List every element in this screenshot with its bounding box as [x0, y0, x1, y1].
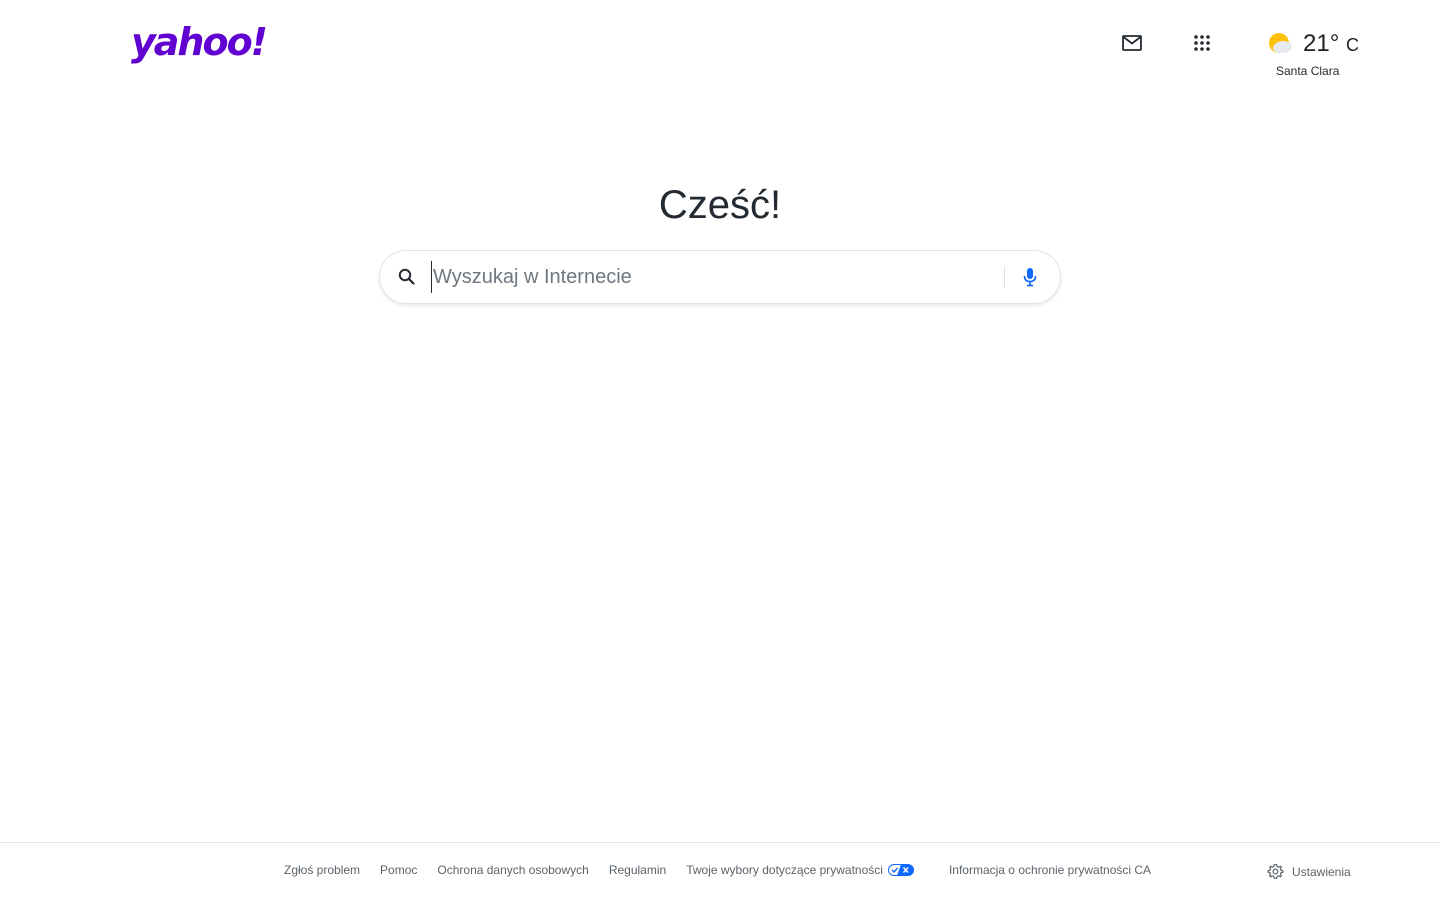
- search-divider: [1004, 266, 1005, 288]
- gear-icon: [1267, 864, 1284, 879]
- weather-city: Santa Clara: [1276, 64, 1340, 78]
- search-bar[interactable]: [379, 250, 1061, 304]
- mail-button[interactable]: [1117, 28, 1147, 58]
- apps-button[interactable]: [1187, 28, 1217, 58]
- settings-label: Ustawienia: [1292, 864, 1351, 879]
- greeting-title: Cześć!: [658, 183, 782, 227]
- footer-link-privacy[interactable]: Ochrona danych osobowych: [437, 863, 588, 877]
- temperature-value: 21°: [1303, 30, 1340, 57]
- mail-icon: [1122, 35, 1142, 51]
- microphone-icon: [1023, 268, 1037, 287]
- weather-widget[interactable]: 21° C Santa Clara: [1264, 26, 1360, 82]
- footer-link-report-problem[interactable]: Zgłoś problem: [284, 863, 360, 877]
- footer-links: Zgłoś problem Pomoc Ochrona danych osobo…: [274, 863, 1161, 877]
- yahoo-logo[interactable]: yahoo!: [131, 20, 268, 64]
- search-input[interactable]: [431, 261, 991, 293]
- privacy-choices-label: Twoje wybory dotyczące prywatności: [686, 863, 883, 877]
- settings-button[interactable]: Ustawienia: [1267, 863, 1351, 880]
- partly-cloudy-icon: [1269, 33, 1292, 53]
- apps-grid-icon: [1194, 35, 1210, 51]
- footer-link-terms[interactable]: Regulamin: [609, 863, 666, 877]
- weather-temperature: 21° C: [1303, 29, 1359, 60]
- voice-search-button[interactable]: [1017, 264, 1043, 290]
- search-icon[interactable]: [397, 267, 417, 287]
- footer-link-ca-privacy[interactable]: Informacja o ochronie prywatności CA: [949, 863, 1151, 877]
- footer: Zgłoś problem Pomoc Ochrona danych osobo…: [0, 842, 1440, 900]
- temperature-unit: C: [1345, 35, 1359, 55]
- privacy-choices-icon: [887, 864, 914, 876]
- footer-link-help[interactable]: Pomoc: [380, 863, 417, 877]
- yahoo-home-page: yahoo! 21° C Santa Clara Cześć! Wyszukaj…: [0, 0, 1440, 900]
- footer-link-privacy-choices[interactable]: Twoje wybory dotyczące prywatności: [686, 863, 914, 877]
